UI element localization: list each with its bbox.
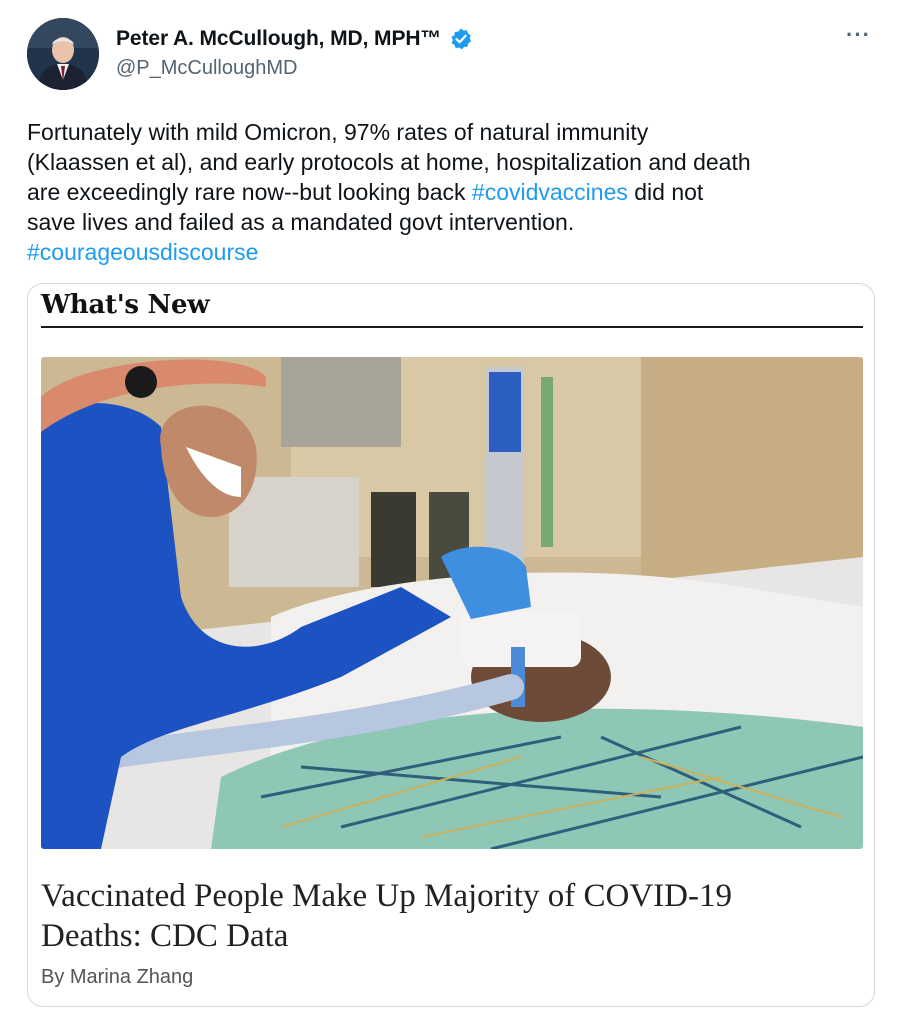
tweet-text-line-3-end: did not	[627, 179, 704, 205]
article-photo[interactable]	[41, 357, 863, 849]
author-handle[interactable]: @P_McCulloughMD	[116, 57, 473, 80]
author-block: Peter A. McCullough, MD, MPH™ @P_McCullo…	[116, 24, 473, 80]
attached-article-card[interactable]: What's New Vaccinated People Make Up Maj…	[27, 283, 875, 1007]
avatar-image	[27, 18, 99, 90]
author-name[interactable]: Peter A. McCullough, MD, MPH™	[116, 27, 441, 51]
headline-line-2: Deaths: CDC Data	[41, 918, 289, 954]
verified-badge-icon[interactable]	[449, 27, 473, 51]
tweet-text-line-1: Fortunately with mild Omicron, 97% rates…	[27, 119, 649, 145]
section-label: What's New	[41, 290, 210, 320]
hashtag-covidvaccines[interactable]: #covidvaccines	[472, 179, 628, 205]
tweet-text-line-3-start: are exceedingly rare now--but looking ba…	[27, 179, 472, 205]
headline-line-1: Vaccinated People Make Up Majority of CO…	[41, 878, 732, 914]
tweet-text-line-4: save lives and failed as a mandated govt…	[27, 209, 575, 235]
avatar[interactable]	[27, 18, 99, 90]
hashtag-courageousdiscourse[interactable]: #courageousdiscourse	[27, 239, 258, 265]
section-divider	[41, 326, 863, 328]
tweet-text: Fortunately with mild Omicron, 97% rates…	[27, 117, 877, 267]
more-options-icon[interactable]: ···	[846, 22, 871, 48]
article-headline[interactable]: Vaccinated People Make Up Majority of CO…	[41, 876, 861, 956]
article-byline: By Marina Zhang	[41, 966, 194, 988]
name-row: Peter A. McCullough, MD, MPH™	[116, 24, 473, 54]
tweet: Peter A. McCullough, MD, MPH™ @P_McCullo…	[0, 0, 901, 1034]
tweet-text-line-2: (Klaassen et al), and early protocols at…	[27, 149, 751, 175]
hospital-scene-image	[41, 357, 863, 849]
